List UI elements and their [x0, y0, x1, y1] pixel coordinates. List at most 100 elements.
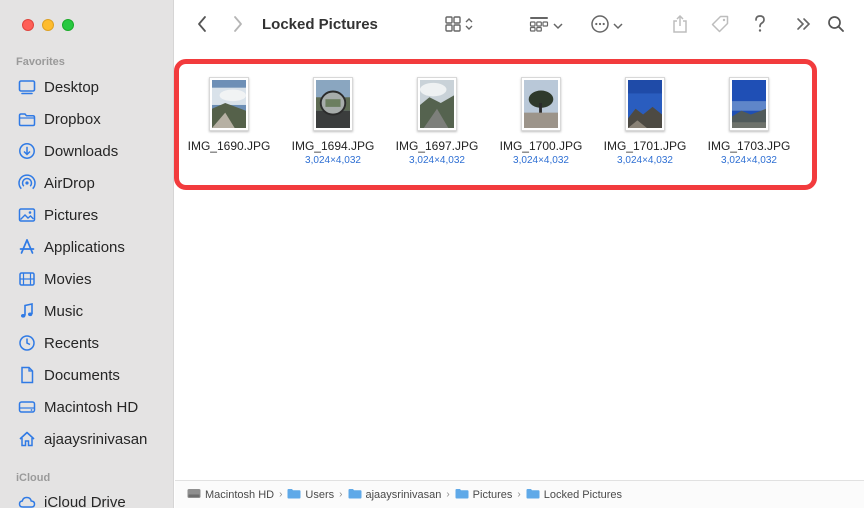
double-chevron-right-icon: [796, 17, 812, 36]
sidebar-item-label: Recents: [44, 334, 100, 352]
airdrop-icon: [18, 174, 36, 192]
group-icon: [529, 16, 549, 37]
sidebar-item-label: Applications: [44, 238, 125, 256]
chevron-down-icon: [612, 17, 623, 35]
file-item[interactable]: IMG_1700.JPG 3,024×4,032: [489, 76, 593, 167]
close-window-button[interactable]: [22, 19, 34, 31]
chevron-right-icon: ›: [517, 489, 521, 500]
sidebar: Favorites Desktop Dropbox Downloads AirD…: [0, 0, 174, 508]
sidebar-item-movies[interactable]: Movies: [10, 265, 166, 293]
image-thumbnail: [209, 77, 249, 131]
sidebar-item-documents[interactable]: Documents: [10, 361, 166, 389]
desktop-icon: [18, 78, 36, 96]
more-toolbar-items-button[interactable]: [792, 12, 816, 40]
file-name: IMG_1703.JPG: [707, 139, 791, 153]
zoom-window-button[interactable]: [62, 19, 74, 31]
chevron-right-icon: ›: [279, 489, 283, 500]
sidebar-item-desktop[interactable]: Desktop: [10, 73, 166, 101]
sidebar-item-label: Movies: [44, 270, 92, 288]
sidebar-item-label: Downloads: [44, 142, 119, 160]
window-controls: [22, 19, 74, 31]
share-icon: [671, 14, 689, 39]
file-item[interactable]: IMG_1690.JPG: [177, 76, 281, 167]
icon-grid-icon: [444, 15, 462, 38]
sidebar-item-label: Music: [44, 302, 84, 320]
chevron-up-down-icon: [465, 17, 473, 36]
file-name: IMG_1694.JPG: [291, 139, 375, 153]
sidebar-item-airdrop[interactable]: AirDrop: [10, 169, 166, 197]
sidebar-item-label: ajaaysrinivasan: [44, 430, 148, 448]
forward-button[interactable]: [226, 12, 250, 40]
pictures-folder-icon: [455, 488, 469, 502]
search-button[interactable]: [824, 12, 848, 40]
sidebar-item-macintosh-hd[interactable]: Macintosh HD: [10, 393, 166, 421]
sidebar-item-home[interactable]: ajaaysrinivasan: [10, 425, 166, 453]
downloads-icon: [18, 142, 36, 160]
file-name: IMG_1697.JPG: [395, 139, 479, 153]
icloud-section-header: iCloud: [16, 472, 51, 484]
path-bar: Macintosh HD › Users › ajaaysrinivasan ›…: [175, 480, 864, 508]
cloud-icon: [18, 493, 36, 508]
path-segment-users[interactable]: Users: [287, 488, 334, 502]
view-mode-button[interactable]: [438, 12, 478, 40]
back-button[interactable]: [190, 12, 214, 40]
favorites-section-header: Favorites: [16, 56, 65, 68]
path-segment-pictures[interactable]: Pictures: [455, 488, 512, 502]
file-item[interactable]: IMG_1697.JPG 3,024×4,032: [385, 76, 489, 167]
file-dimensions: 3,024×4,032: [305, 155, 361, 166]
file-name: IMG_1700.JPG: [499, 139, 583, 153]
sidebar-item-icloud-drive[interactable]: iCloud Drive: [10, 488, 166, 508]
window-title: Locked Pictures: [262, 16, 378, 33]
image-thumbnail: [521, 77, 561, 131]
file-item[interactable]: IMG_1701.JPG 3,024×4,032: [593, 76, 697, 167]
image-thumbnail: [729, 77, 769, 131]
chevron-down-icon: [553, 17, 563, 35]
tags-button[interactable]: [707, 12, 733, 40]
ellipsis-circle-icon: [590, 14, 610, 39]
image-thumbnail: [625, 77, 665, 131]
sidebar-item-label: Desktop: [44, 78, 100, 96]
sidebar-item-applications[interactable]: Applications: [10, 233, 166, 261]
sidebar-item-label: Pictures: [44, 206, 99, 224]
sidebar-item-label: iCloud Drive: [44, 493, 126, 508]
path-segment-macintosh-hd[interactable]: Macintosh HD: [187, 488, 274, 502]
chevron-right-icon: [232, 15, 244, 38]
file-name: IMG_1690.JPG: [187, 139, 271, 153]
disk-icon: [187, 488, 201, 502]
sidebar-item-label: Dropbox: [44, 110, 101, 128]
sidebar-item-dropbox[interactable]: Dropbox: [10, 105, 166, 133]
action-menu-button[interactable]: [586, 12, 626, 40]
question-mark-icon: [753, 14, 767, 39]
folder-icon: [526, 488, 540, 502]
search-icon: [827, 15, 845, 38]
sidebar-item-label: Documents: [44, 366, 120, 384]
sidebar-item-recents[interactable]: Recents: [10, 329, 166, 357]
file-item[interactable]: IMG_1703.JPG 3,024×4,032: [697, 76, 801, 167]
chevron-right-icon: ›: [339, 489, 343, 500]
file-item[interactable]: IMG_1694.JPG 3,024×4,032: [281, 76, 385, 167]
applications-icon: [18, 238, 36, 256]
path-segment-locked-pictures[interactable]: Locked Pictures: [526, 488, 622, 502]
tag-icon: [710, 14, 730, 39]
pictures-icon: [18, 206, 36, 224]
file-name: IMG_1701.JPG: [603, 139, 687, 153]
help-button[interactable]: [748, 12, 772, 40]
group-by-button[interactable]: [526, 12, 566, 40]
file-dimensions: 3,024×4,032: [513, 155, 569, 166]
sidebar-item-label: AirDrop: [44, 174, 95, 192]
sidebar-item-pictures[interactable]: Pictures: [10, 201, 166, 229]
path-segment-home[interactable]: ajaaysrinivasan: [348, 488, 441, 502]
documents-icon: [18, 366, 36, 384]
file-dimensions: 3,024×4,032: [617, 155, 673, 166]
file-dimensions: 3,024×4,032: [409, 155, 465, 166]
file-dimensions: 3,024×4,032: [721, 155, 777, 166]
sidebar-item-label: Macintosh HD: [44, 398, 139, 416]
sidebar-item-downloads[interactable]: Downloads: [10, 137, 166, 165]
share-button[interactable]: [668, 12, 692, 40]
file-dimensions: [177, 155, 281, 167]
users-folder-icon: [287, 488, 301, 502]
chevron-left-icon: [196, 15, 208, 38]
minimize-window-button[interactable]: [42, 19, 54, 31]
sidebar-item-music[interactable]: Music: [10, 297, 166, 325]
folder-icon: [18, 110, 36, 128]
